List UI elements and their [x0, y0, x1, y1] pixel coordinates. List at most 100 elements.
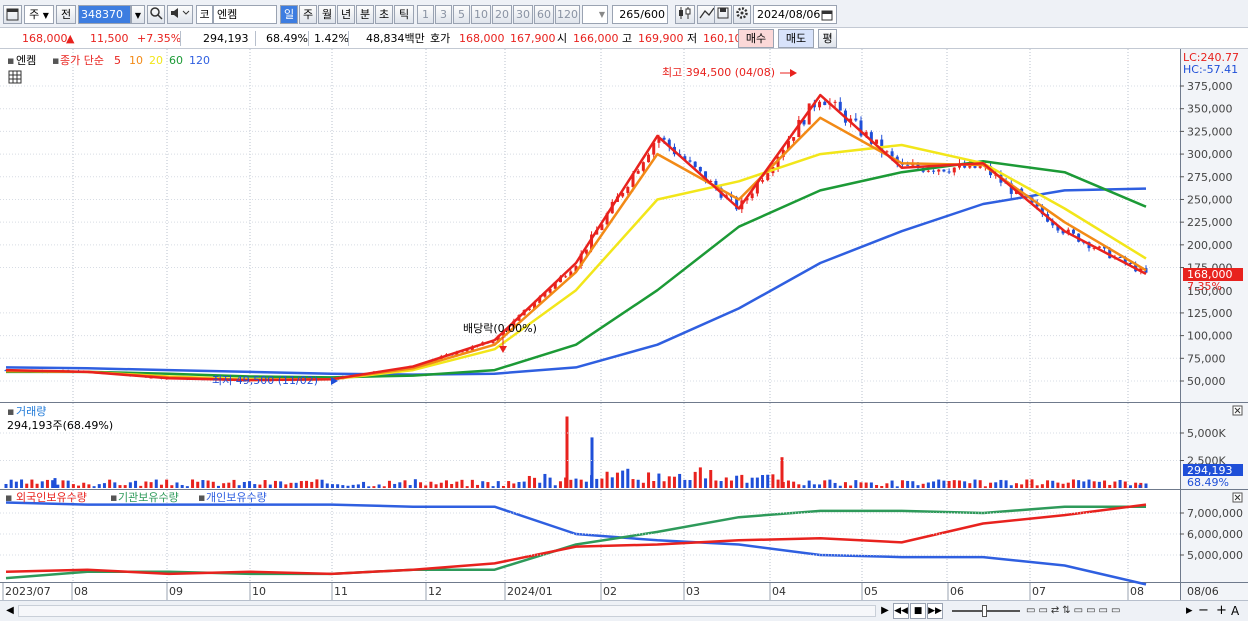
- volume-bar: [854, 480, 858, 488]
- scrollbar-track[interactable]: [18, 605, 876, 617]
- panel-mark: ▪: [198, 491, 205, 504]
- holding-tick-label: 5,000,000: [1187, 549, 1243, 562]
- drawing-tool-icon: [699, 7, 715, 19]
- change-pct: +7.35%: [137, 32, 182, 45]
- close-icon[interactable]: [1232, 492, 1243, 503]
- zoom-out-icon[interactable]: ▸: [1186, 603, 1198, 619]
- interval-30[interactable]: 30: [513, 5, 533, 24]
- text-size-icon[interactable]: A: [1231, 603, 1243, 619]
- view-mode-icons[interactable]: ▭▭⇄⇅▭▭▭▭: [1026, 604, 1174, 618]
- eval-button[interactable]: 평: [818, 29, 837, 48]
- dropdown-arrow-icon: ▼: [42, 11, 49, 20]
- tab-second[interactable]: 초: [375, 5, 393, 24]
- volume-bar: [216, 485, 220, 488]
- volume-bar: [636, 479, 640, 488]
- interval-1[interactable]: 1: [417, 5, 434, 24]
- candle-body: [647, 154, 651, 163]
- volume-bar: [1103, 480, 1107, 488]
- table-icon[interactable]: [8, 70, 22, 84]
- buy-button[interactable]: 매수: [738, 29, 774, 48]
- volume-bar: [299, 481, 303, 488]
- candle-settings-icon[interactable]: [675, 5, 695, 24]
- price-tick-label: 275,000: [1187, 171, 1233, 184]
- tab-day[interactable]: 일: [280, 5, 298, 24]
- volume-bar: [989, 482, 993, 488]
- tab-minute[interactable]: 분: [356, 5, 374, 24]
- next-icon[interactable]: ▶▶: [927, 603, 943, 619]
- volume-bar: [859, 482, 863, 488]
- x-axis-label: 08: [74, 585, 88, 598]
- panel-mark: ▪: [110, 491, 117, 504]
- volume-bar: [517, 481, 521, 488]
- volume-bar: [222, 483, 226, 488]
- candle-body: [823, 101, 827, 106]
- sell-button[interactable]: 매도: [778, 29, 814, 48]
- candle-body: [838, 101, 842, 111]
- volume-bar: [429, 481, 433, 488]
- volume-bar: [1025, 479, 1029, 488]
- tab-week[interactable]: 주: [299, 5, 317, 24]
- candle-body: [766, 173, 770, 181]
- scroll-right-icon[interactable]: ▶: [878, 604, 892, 618]
- code-input[interactable]: 348370: [78, 5, 131, 24]
- price-tick-label: 375,000: [1187, 80, 1233, 93]
- x-axis-label: 02: [603, 585, 617, 598]
- volume-bar: [838, 485, 842, 488]
- volume-bar: [994, 482, 998, 488]
- code-dropdown[interactable]: ▼: [131, 5, 145, 24]
- interval-10[interactable]: 10: [471, 5, 491, 24]
- interval-3[interactable]: 3: [435, 5, 452, 24]
- volume-bar: [66, 480, 70, 488]
- volume-bar: [911, 481, 915, 488]
- volume-bar: [683, 479, 687, 488]
- current-pct-tag: 7.35%: [1187, 280, 1222, 293]
- volume-bar: [434, 484, 438, 488]
- panel-mark: ▪: [52, 54, 59, 67]
- bar-count-input[interactable]: 265/600: [612, 5, 668, 24]
- market-select[interactable]: 주 ▼: [24, 5, 54, 24]
- candle-body: [947, 171, 951, 173]
- candle-body: [937, 169, 941, 172]
- tab-year[interactable]: 년: [337, 5, 355, 24]
- volume-bar: [957, 480, 961, 488]
- price-tick-label: 75,000: [1187, 352, 1226, 365]
- volume-bar: [232, 479, 236, 488]
- volume-bar: [999, 479, 1003, 488]
- separator: [180, 31, 181, 46]
- speaker-icon[interactable]: [167, 5, 193, 24]
- stock-name-field[interactable]: 엔켐: [213, 5, 277, 24]
- price-tick-label: 350,000: [1187, 103, 1233, 116]
- stop-icon[interactable]: ■: [910, 603, 926, 619]
- volume-bar: [25, 483, 29, 488]
- volume-bar: [584, 481, 588, 488]
- volume-bar: [610, 477, 614, 488]
- first-icon[interactable]: ◀◀: [893, 603, 909, 619]
- zoom-in-icon[interactable]: +: [1216, 603, 1228, 619]
- volume-bar: [698, 467, 702, 488]
- volume-bar: [745, 482, 749, 488]
- interval-20[interactable]: 20: [492, 5, 512, 24]
- prev-button[interactable]: 전: [56, 5, 76, 24]
- zoom-out-icon[interactable]: −: [1198, 603, 1210, 619]
- interval-60[interactable]: 60: [534, 5, 554, 24]
- zoom-slider-thumb[interactable]: [982, 605, 987, 617]
- candle-settings-icon: [679, 7, 691, 19]
- date-input[interactable]: 2024/08/06: [753, 5, 837, 24]
- bar-count: 265: [619, 8, 641, 21]
- interval-input[interactable]: ▼: [582, 5, 608, 24]
- gear-icon[interactable]: [733, 5, 751, 24]
- tab-tick[interactable]: 틱: [394, 5, 414, 24]
- chart-type-icon[interactable]: [3, 5, 22, 24]
- scroll-left-icon[interactable]: ◀: [3, 604, 17, 618]
- volume-bar: [45, 479, 49, 488]
- volume-bar: [1051, 480, 1055, 488]
- search-icon[interactable]: [147, 5, 165, 24]
- save-icon[interactable]: [714, 5, 732, 24]
- tab-month[interactable]: 월: [318, 5, 336, 24]
- interval-5[interactable]: 5: [453, 5, 470, 24]
- volume-bar: [875, 484, 879, 488]
- volume-bar: [678, 473, 682, 488]
- volume-bar: [714, 480, 718, 488]
- interval-120[interactable]: 120: [555, 5, 580, 24]
- close-icon[interactable]: [1232, 405, 1243, 416]
